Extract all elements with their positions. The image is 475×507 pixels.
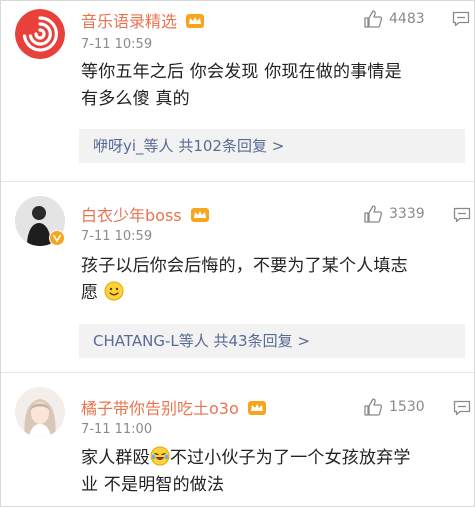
comment-item: 橘子带你告别吃土o3o 1530 7-11 11:00 家人群殴 不过小伙子为了… [1, 373, 475, 507]
comment-text-line: 孩子以后你会后悔的，不要为了某个人填志 [81, 256, 408, 276]
comment-bubble-icon [453, 400, 471, 416]
comment-text: 孩子以后你会后悔的，不要为了某个人填志 愿 [81, 253, 461, 307]
thumbs-up-icon [364, 398, 383, 416]
comment-text: 等你五年之后 你会发现 你现在做的事情是 有多么傻 真的 [81, 59, 461, 113]
comment-bubble-icon [453, 207, 471, 223]
reply-button[interactable] [453, 400, 471, 420]
like-count: 3339 [389, 206, 425, 222]
spiral-logo-icon [15, 9, 65, 59]
comment-item: 白衣少年boss 3339 7-11 10:59 孩子以后你会后悔的，不要为了某… [1, 182, 475, 372]
reply-button[interactable] [453, 207, 471, 227]
comment-list: 音乐语录精选 4483 7-11 10:59 等你五年之后 你会发现 你现在做的… [0, 0, 475, 507]
comment-item: 音乐语录精选 4483 7-11 10:59 等你五年之后 你会发现 你现在做的… [1, 1, 475, 181]
like-button[interactable]: 4483 [363, 9, 425, 29]
vip-crown-icon [247, 401, 266, 415]
comment-text-line: 有多么傻 真的 [81, 89, 190, 109]
timestamp: 7-11 10:59 [81, 229, 153, 244]
username[interactable]: 音乐语录精选 [81, 8, 205, 32]
comment-text-fragment: 家人群殴 [81, 448, 150, 468]
comment-text-line: 家人群殴 不过小伙子为了一个女孩放弃学 [81, 445, 461, 472]
verified-badge-icon [49, 230, 65, 246]
comment-text-fragment: 不过小伙子为了一个女孩放弃学 [169, 448, 411, 468]
comment-text: 家人群殴 不过小伙子为了一个女孩放弃学 业 不是明智的做法 [81, 445, 461, 499]
username-label[interactable]: 音乐语录精选 [81, 12, 177, 31]
avatar-photo-icon [15, 387, 65, 437]
username[interactable]: 橘子带你告别吃土o3o [81, 395, 266, 419]
username[interactable]: 白衣少年boss [81, 202, 209, 226]
smile-emoji-icon [104, 281, 124, 301]
like-button[interactable]: 1530 [363, 397, 425, 417]
like-count: 1530 [389, 399, 425, 415]
username-label[interactable]: 橘子带你告别吃土o3o [81, 399, 239, 418]
comment-text-fragment: 愿 [81, 283, 99, 303]
timestamp: 7-11 11:00 [81, 422, 153, 437]
like-button[interactable]: 3339 [363, 204, 425, 224]
like-count: 4483 [389, 11, 425, 27]
username-label[interactable]: 白衣少年boss [81, 206, 182, 225]
laugh-cry-emoji-icon [150, 446, 170, 466]
comment-text-line: 愿 [81, 280, 461, 307]
avatar[interactable] [15, 387, 65, 437]
thumbs-up-icon [364, 205, 383, 223]
reply-summary-link[interactable]: CHATANG-L等人 共43条回复 > [79, 324, 465, 358]
avatar[interactable] [15, 9, 65, 59]
timestamp: 7-11 10:59 [81, 37, 153, 52]
vip-crown-icon [186, 14, 205, 28]
vip-crown-icon [190, 208, 209, 222]
comment-text-line: 等你五年之后 你会发现 你现在做的事情是 [81, 62, 402, 82]
thumbs-up-icon [364, 10, 383, 28]
comment-text-line: 业 不是明智的做法 [81, 475, 225, 495]
comment-bubble-icon [452, 11, 470, 27]
reply-summary-link[interactable]: 咿呀yi_等人 共102条回复 > [79, 129, 465, 163]
reply-button[interactable] [452, 11, 470, 31]
